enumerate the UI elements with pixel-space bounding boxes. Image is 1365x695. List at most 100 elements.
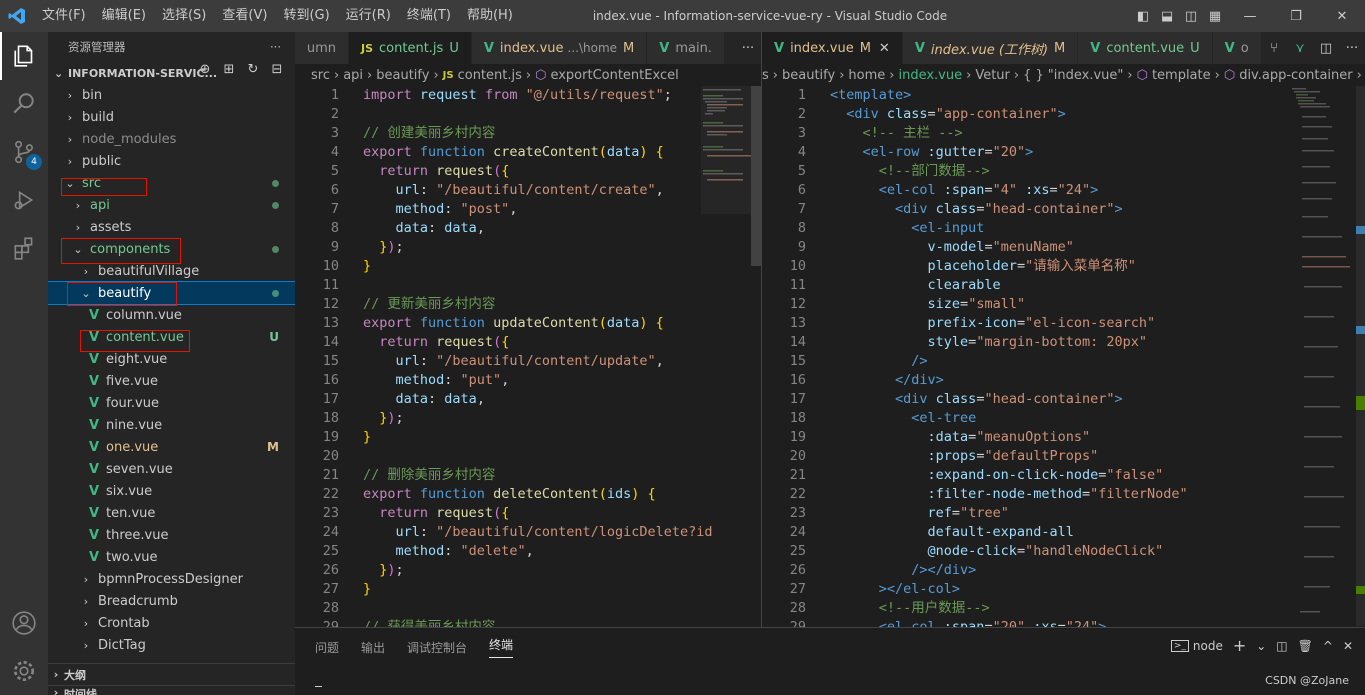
close-panel-icon[interactable]: ✕ [1343,639,1353,653]
split-terminal-icon[interactable]: ◫ [1276,639,1287,653]
menu-item[interactable]: 选择(S) [154,0,214,32]
tree-item-node-modules[interactable]: › node_modules [48,128,295,150]
editor-tab[interactable]: Vo [1212,32,1262,64]
breadcrumb-item[interactable]: home [848,68,885,83]
editor-tab[interactable]: umn [295,32,349,64]
js-file-icon[interactable]: JS [443,70,454,81]
symbol-icon[interactable]: ⬡ [1137,68,1148,83]
tree-item-breadcrumb[interactable]: › Breadcrumb [48,590,295,612]
panel-tab-0[interactable]: 问题 [315,639,339,656]
breadcrumb-item[interactable]: index.vue [898,68,962,83]
editor-tab[interactable]: Vmain. [647,32,725,64]
chevron-down-icon[interactable]: ⌄ [1256,639,1266,653]
minimap-2[interactable] [1290,86,1356,626]
close-window-icon[interactable]: ✕ [1319,9,1365,24]
symbol-icon[interactable]: ⬡ [535,68,546,83]
code-editor-2[interactable]: 1 <template> 2 <div class="app-container">… [762,86,1365,627]
menu-item[interactable]: 运行(R) [338,0,399,32]
layout-icon[interactable]: ▦ [1203,9,1227,24]
breadcrumb-item[interactable]: template [1152,68,1211,83]
tree-item-seven-vue[interactable]: Vseven.vue [48,458,295,480]
breadcrumb-item[interactable]: Vetur [975,68,1010,83]
tree-item-public[interactable]: › public [48,150,295,172]
open-changes-icon[interactable]: ⑂ [1261,41,1287,56]
editor-tab[interactable]: Vindex.vue ...\home M [471,32,648,64]
new-folder-icon[interactable]: ⊞ [217,62,241,77]
tree-item-five-vue[interactable]: Vfive.vue [48,370,295,392]
editor-scrollbar-2[interactable] [1356,86,1365,626]
collapse-all-icon[interactable]: ⊟ [265,62,289,77]
editor-tab[interactable]: JS content.js U [349,32,472,64]
menu-item[interactable]: 转到(G) [275,0,337,32]
tree-item-six-vue[interactable]: Vsix.vue [48,480,295,502]
terminal-name[interactable]: node [1193,639,1223,653]
menu-item[interactable]: 文件(F) [34,0,94,32]
tree-item-two-vue[interactable]: Vtwo.vue [48,546,295,568]
breadcrumb-item[interactable]: beautify [376,68,429,83]
trash-icon[interactable]: 🗑 [1298,639,1313,653]
tree-item-api[interactable]: › api [48,194,295,216]
menu-item[interactable]: 编辑(E) [94,0,154,32]
workspace-root[interactable]: ⌄ INFORMATION-SERVIC... ⊕ ⊞ ↻ ⊟ [48,62,295,84]
refresh-icon[interactable]: ↻ [241,62,265,77]
editor-scrollbar-1[interactable] [751,86,761,266]
breadcrumb-item[interactable]: div.app-container [1239,68,1352,83]
close-icon[interactable]: ✕ [879,41,890,56]
outline-section[interactable]: › 大纲 [48,663,295,685]
toggle-sidebar-icon[interactable]: ◧ [1131,9,1155,24]
search-icon[interactable] [0,80,48,128]
tree-item-assets[interactable]: › assets [48,216,295,238]
maximize-panel-icon[interactable]: ^ [1323,639,1333,653]
editor-tab[interactable]: Vindex.vue (工作树) M [902,32,1079,64]
editor-tab[interactable]: Vcontent.vue U [1078,32,1213,64]
terminal-cursor[interactable] [315,686,322,687]
breadcrumb-item[interactable]: content.js [458,68,522,83]
new-terminal-icon[interactable]: + [1233,636,1246,655]
restore-icon[interactable]: ❐ [1273,9,1319,24]
source-control-icon[interactable]: 4 [0,128,48,176]
tree-item-bin[interactable]: › bin [48,84,295,106]
breadcrumb-item[interactable]: exportContentExcel [550,68,678,83]
tree-item-four-vue[interactable]: Vfour.vue [48,392,295,414]
manage-gear-icon[interactable] [0,647,48,695]
tree-item-crontab[interactable]: › Crontab [48,612,295,634]
run-debug-icon[interactable] [0,176,48,224]
menu-item[interactable]: 终端(T) [399,0,459,32]
split-editor-icon[interactable]: ◫ [1313,41,1339,56]
toggle-panel-icon[interactable]: ⬓ [1155,9,1179,24]
explorer-icon[interactable] [0,32,48,80]
new-file-icon[interactable]: ⊕ [193,62,217,77]
tree-item-ten-vue[interactable]: Vten.vue [48,502,295,524]
explorer-more-icon[interactable]: ··· [270,40,281,54]
account-icon[interactable] [0,599,48,647]
tree-item-bpmnprocessdesigner[interactable]: › bpmnProcessDesigner [48,568,295,590]
code-editor-1[interactable]: 1 import request from "@/utils/request"; … [295,86,761,627]
toggle-secondary-icon[interactable]: ◫ [1179,9,1203,24]
menu-item[interactable]: 查看(V) [214,0,275,32]
more-actions-icon[interactable]: ··· [735,41,761,56]
vetur-icon[interactable]: ⋎ [1287,41,1313,56]
breadcrumb-item[interactable]: src [311,68,330,83]
breadcrumb-item[interactable]: beautify [782,68,835,83]
minimize-icon[interactable]: — [1227,9,1273,24]
minimap-1[interactable] [701,86,753,626]
breadcrumb-item[interactable]: { } [1023,68,1044,83]
breadcrumb-item[interactable]: s [762,68,769,83]
panel-tab-3[interactable]: 终端 [489,636,514,658]
timeline-section[interactable]: › 时间线 [48,685,295,695]
tree-item-nine-vue[interactable]: Vnine.vue [48,414,295,436]
panel-tab-1[interactable]: 输出 [361,639,385,656]
tree-item-dicttag[interactable]: › DictTag [48,634,295,656]
breadcrumb-item[interactable]: "index.vue" [1048,68,1124,83]
tree-item-build[interactable]: › build [48,106,295,128]
extensions-icon[interactable] [0,224,48,272]
tree-item-column-vue[interactable]: Vcolumn.vue [48,304,295,326]
editor-tab[interactable]: Vindex.vue M ✕ [762,32,903,64]
symbol-icon[interactable]: ⬡ [1224,68,1235,83]
tree-item-three-vue[interactable]: Vthree.vue [48,524,295,546]
tree-item-one-vue[interactable]: Vone.vue M [48,436,295,458]
menu-item[interactable]: 帮助(H) [459,0,521,32]
panel-tab-2[interactable]: 调试控制台 [407,639,467,656]
more-actions-icon[interactable]: ··· [1339,41,1365,56]
breadcrumb-item[interactable]: api [343,68,363,83]
